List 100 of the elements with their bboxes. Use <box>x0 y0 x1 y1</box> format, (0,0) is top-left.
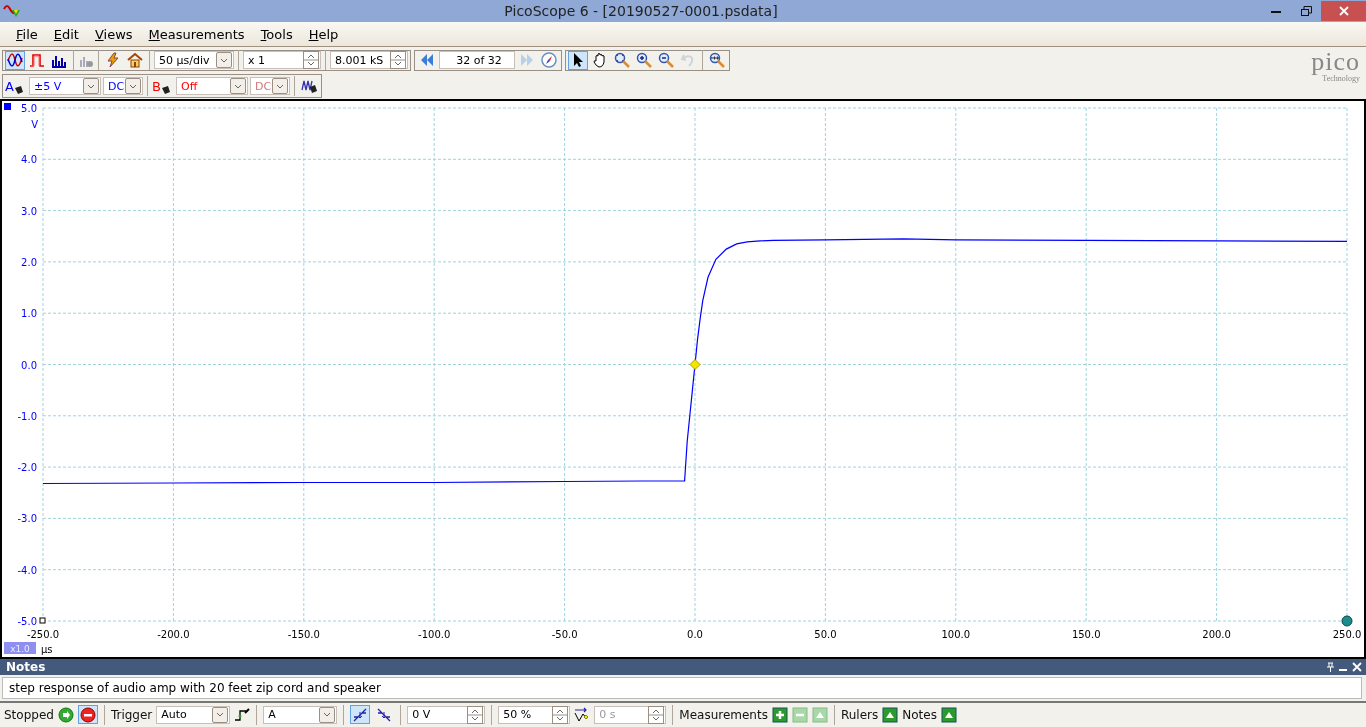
app-logo-icon <box>3 3 21 19</box>
range-dropdown[interactable]: Off <box>176 77 248 95</box>
run-icon <box>57 706 74 723</box>
close-icon[interactable] <box>1352 662 1362 672</box>
probe-icon <box>160 84 170 94</box>
trigger-marker-icon[interactable] <box>689 359 701 370</box>
channel-button[interactable]: B <box>152 78 174 94</box>
trigger-mode-dropdown[interactable]: Auto <box>156 705 231 724</box>
rising-edge-button[interactable] <box>350 705 371 724</box>
channel-marker-icon <box>4 103 11 110</box>
spinner-arrows-icon[interactable] <box>648 705 665 724</box>
spinner-arrows-icon[interactable] <box>303 51 319 69</box>
trigger-type-button[interactable] <box>234 706 251 723</box>
menu-item[interactable]: Measurements <box>140 26 253 42</box>
y-tick-label: -5.0 <box>17 616 37 627</box>
trigger-source-dropdown[interactable]: A <box>263 705 338 724</box>
menu-item[interactable]: Help <box>300 26 347 42</box>
stop-button[interactable] <box>77 705 98 724</box>
compass-icon <box>541 52 557 68</box>
rulers-panel-button[interactable] <box>882 706 899 723</box>
zoom-100-icon <box>709 52 725 68</box>
menu-item[interactable]: Tools <box>252 26 301 42</box>
pin-icon[interactable] <box>1326 662 1335 672</box>
y-axis-unit: V <box>31 119 38 130</box>
x-tick-label: -50.0 <box>551 629 578 640</box>
notes-label: Notes <box>902 707 937 722</box>
pre-trigger-icon <box>574 706 591 723</box>
y-tick-label: 1.0 <box>21 308 37 320</box>
y-tick-label: 5.0 <box>21 103 37 114</box>
start-button[interactable] <box>57 706 74 723</box>
x-tick-label: -150.0 <box>287 629 320 640</box>
pre-trigger-button[interactable] <box>574 706 591 723</box>
notes-panel-button[interactable] <box>940 706 957 723</box>
y-tick-label: -1.0 <box>17 410 37 422</box>
x-tick-label: 200.0 <box>1202 629 1231 640</box>
x-tick-label: -100.0 <box>418 629 451 640</box>
window-title: PicoScope 6 - [20190527-0001.psdata] <box>503 3 779 19</box>
range-dropdown[interactable]: ±5 V <box>29 77 101 95</box>
y-tick-label: 4.0 <box>21 154 37 166</box>
ruler-handle-icon[interactable] <box>1341 615 1353 627</box>
zoom-in-tool-button[interactable] <box>634 50 654 70</box>
x-tick-label: 250.0 <box>1332 629 1362 640</box>
coupling-dropdown[interactable]: DC <box>103 77 143 95</box>
channel-button[interactable]: A <box>5 78 27 94</box>
zoom-out-tool-button[interactable] <box>656 50 676 70</box>
y-tick-label: 2.0 <box>21 256 37 268</box>
menu-item[interactable]: Edit <box>45 26 87 42</box>
spinner-arrows-icon[interactable] <box>467 705 484 724</box>
pre-trigger-spinner[interactable]: 50 % <box>498 705 571 724</box>
x-tick-label: 100.0 <box>941 629 971 640</box>
undo-icon <box>680 52 696 68</box>
buffer-field[interactable]: 32 of 32 <box>439 51 515 69</box>
up-icon <box>882 706 899 723</box>
default-setup-button[interactable] <box>125 50 145 70</box>
rulers-label: Rulers <box>840 707 879 722</box>
spinner-arrows-icon[interactable] <box>552 705 569 724</box>
lightning-icon <box>105 52 121 68</box>
close-button[interactable] <box>1321 1 1366 21</box>
timebase-dropdown[interactable]: 50 µs/div <box>154 51 234 69</box>
x-tick-label: -200.0 <box>157 629 190 640</box>
spinner-arrows-icon[interactable] <box>390 51 406 69</box>
signal-generator-icon <box>301 78 317 94</box>
pointer-tool-button[interactable] <box>568 50 588 70</box>
scope-icon <box>7 52 23 68</box>
add-measurement-button[interactable] <box>771 706 788 723</box>
minimize-icon <box>1271 9 1281 13</box>
zoom-fit-tool-button[interactable] <box>612 50 632 70</box>
y-tick-label: 0.0 <box>21 359 37 371</box>
menu-item[interactable]: File <box>8 26 46 42</box>
axis-handle-icon[interactable] <box>39 617 46 624</box>
remove-icon <box>791 706 808 723</box>
notes-field[interactable]: step response of audio amp with 20 feet zip cord and speaker <box>2 677 1362 699</box>
home-icon <box>127 52 143 68</box>
measurements-label: Measurements <box>679 707 768 722</box>
threshold-spinner[interactable]: 0 V <box>407 705 486 724</box>
rising-icon <box>352 706 369 723</box>
up-icon <box>940 706 957 723</box>
y-tick-label: -2.0 <box>17 462 37 474</box>
samples-spinner[interactable]: 8.001 kS <box>330 51 408 69</box>
notes-title: Notes <box>6 660 47 674</box>
restore-icon <box>1300 6 1312 16</box>
x-tick-label: 50.0 <box>814 629 837 640</box>
falling-icon <box>376 706 393 723</box>
trigger-type-icon <box>234 706 251 723</box>
zoom-in-icon <box>636 52 652 68</box>
trigger-label: Trigger <box>110 707 153 722</box>
close-icon <box>1338 6 1349 16</box>
up-disabled-icon <box>811 706 828 723</box>
persistence-icon <box>29 52 45 68</box>
menu-item[interactable]: Views <box>86 26 141 42</box>
scope-view-button[interactable] <box>5 50 25 70</box>
multiplier-spinner[interactable]: x 1 <box>243 51 321 69</box>
zoom-badge: x1.0 <box>4 642 36 654</box>
zoom-fit-icon <box>614 52 630 68</box>
y-tick-label: -4.0 <box>17 564 37 576</box>
x-tick-label: 150.0 <box>1071 629 1101 640</box>
x-tick-label: -250.0 <box>26 629 60 640</box>
logo-wordmark: pico <box>1311 50 1360 74</box>
buffer-navigator-button[interactable] <box>539 50 559 70</box>
zoom-100-tool-button[interactable] <box>707 50 727 70</box>
